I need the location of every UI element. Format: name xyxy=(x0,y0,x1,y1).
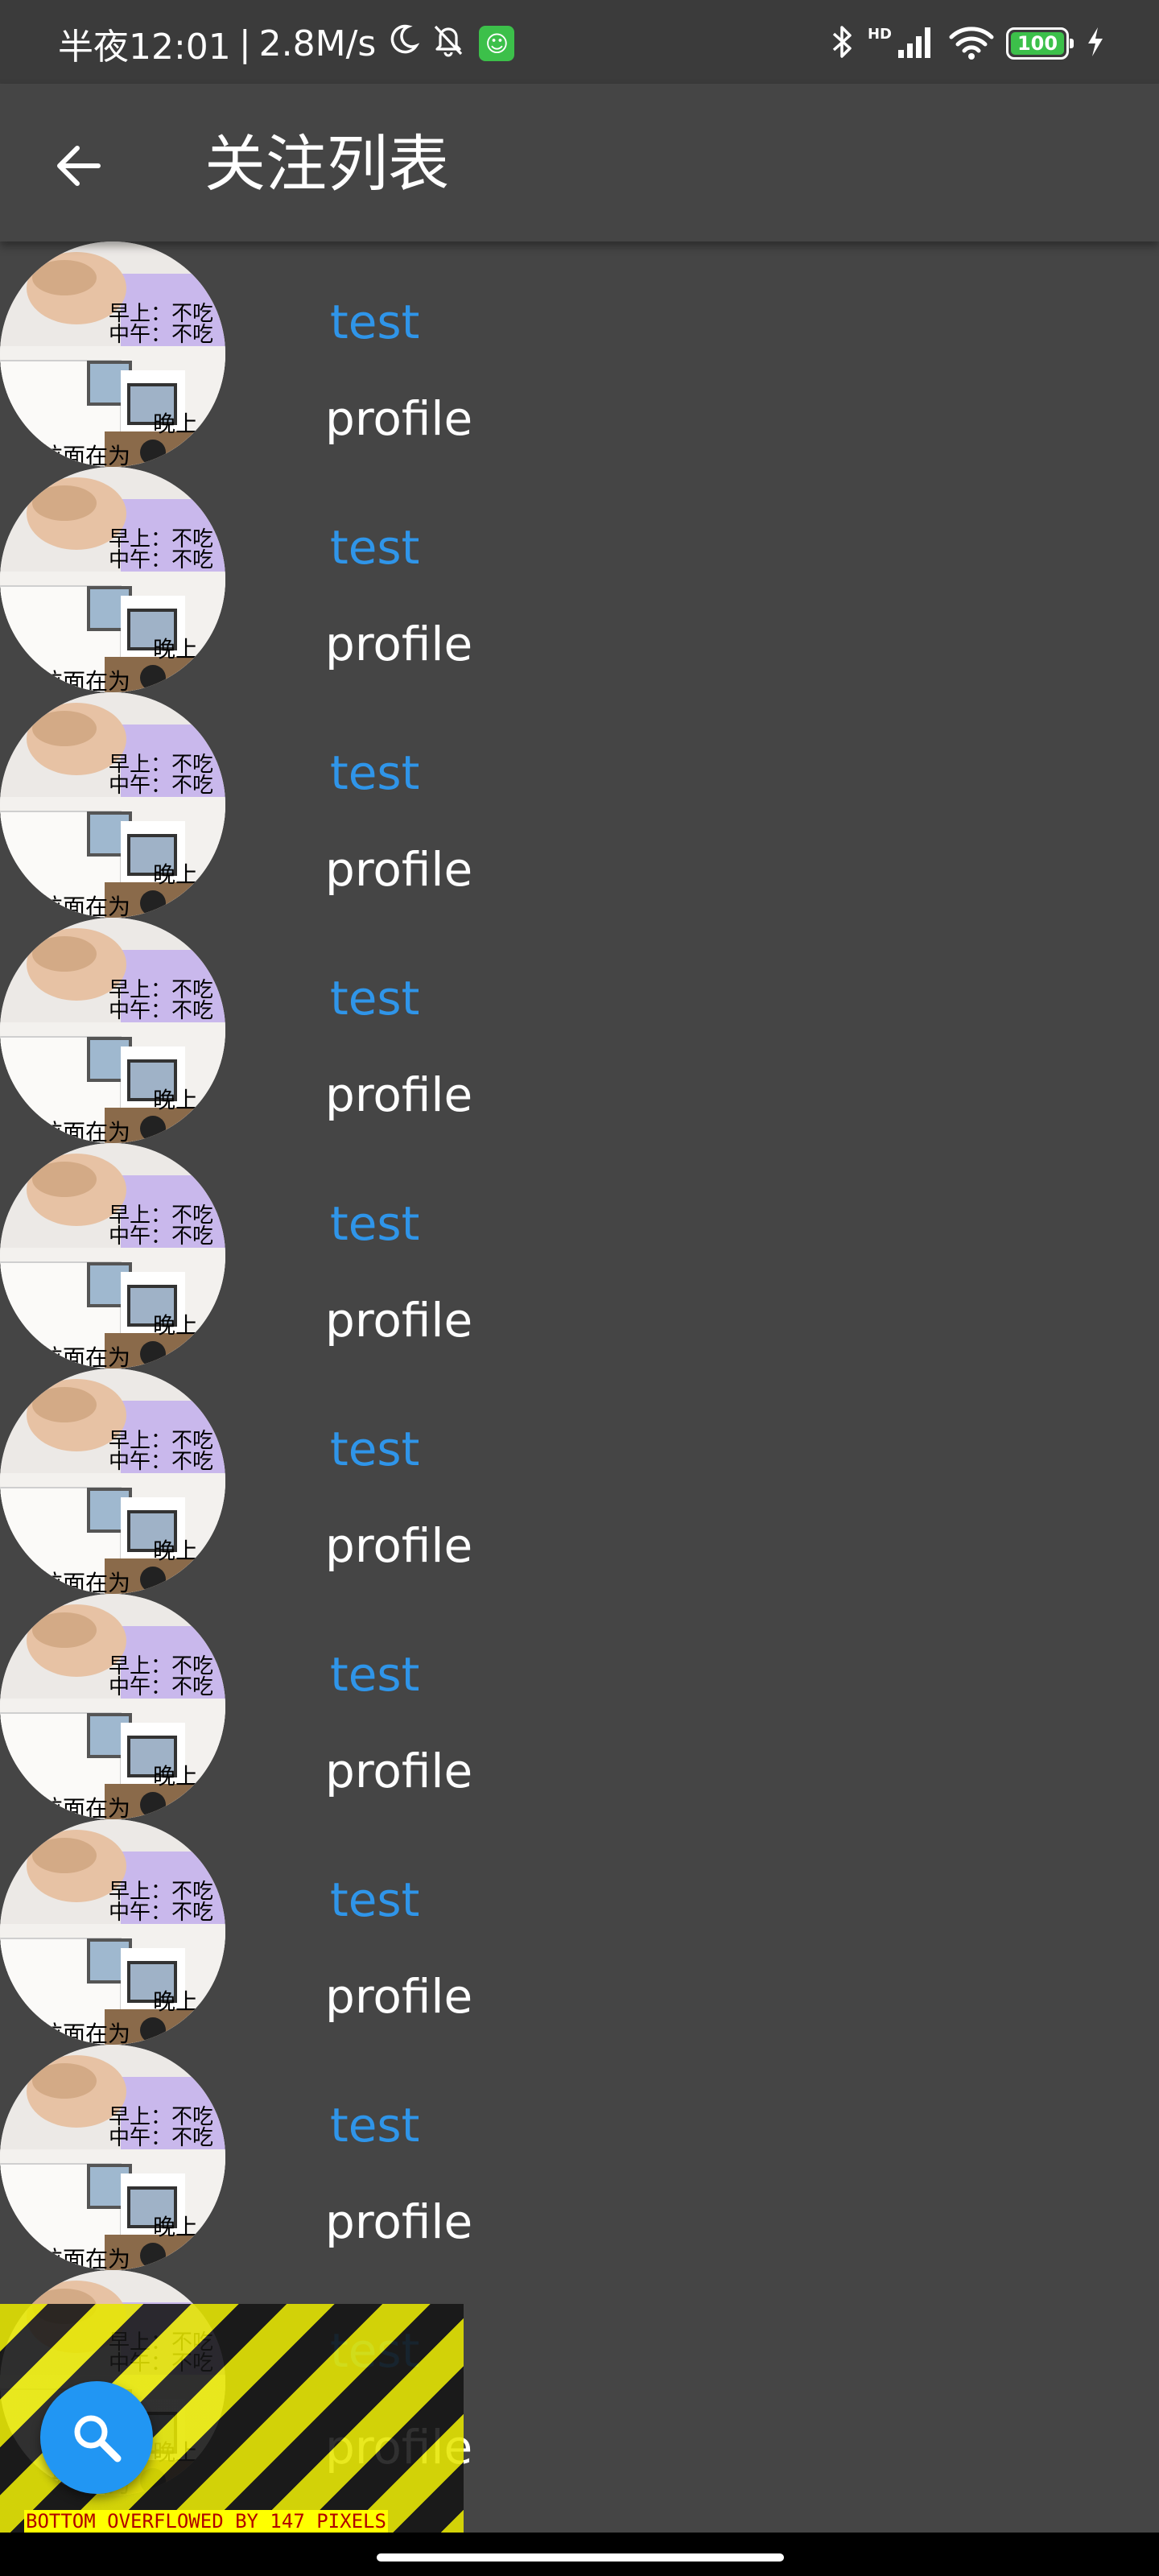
search-fab-button[interactable] xyxy=(40,2381,153,2494)
svg-text:晚上: 晚上 xyxy=(153,1538,198,1564)
status-separator: | xyxy=(238,23,251,64)
item-profile: profile xyxy=(325,1969,473,2024)
item-name[interactable]: test xyxy=(330,969,419,1027)
home-indicator[interactable] xyxy=(377,2553,784,2562)
svg-text:中午：不吃: 中午：不吃 xyxy=(109,999,213,1023)
item-name[interactable]: test xyxy=(330,1871,419,1929)
item-profile: profile xyxy=(325,391,473,446)
svg-text:中午：不吃: 中午：不吃 xyxy=(109,1224,213,1249)
battery-icon: 100 xyxy=(1006,27,1074,60)
avatar[interactable]: 早上：不吃 中午：不吃 晚上 拉面在为 xyxy=(0,918,225,1143)
list-item[interactable]: 早上：不吃 中午：不吃 晚上 拉面在为 test profile xyxy=(0,1819,1159,2045)
avatar[interactable]: 早上：不吃 中午：不吃 晚上 拉面在为 xyxy=(0,1368,225,1594)
avatar[interactable]: 早上：不吃 中午：不吃 晚上 拉面在为 xyxy=(0,242,225,467)
avatar[interactable]: 早上：不吃 中午：不吃 晚上 拉面在为 xyxy=(0,2045,225,2270)
hd-label: HD xyxy=(867,25,892,43)
item-name[interactable]: test xyxy=(330,744,419,802)
svg-text:晚上: 晚上 xyxy=(153,2214,198,2240)
item-name[interactable]: test xyxy=(330,1645,419,1703)
svg-text:中午：不吃: 中午：不吃 xyxy=(109,1901,213,1925)
item-profile: profile xyxy=(325,1518,473,1573)
item-profile: profile xyxy=(325,842,473,897)
charging-icon xyxy=(1085,26,1106,61)
back-button[interactable] xyxy=(37,124,121,208)
svg-text:拉面在为: 拉面在为 xyxy=(40,1795,130,1819)
item-name[interactable]: test xyxy=(330,1420,419,1478)
list-item[interactable]: 早上：不吃 中午：不吃 晚上 拉面在为 test profile xyxy=(0,1143,1159,1368)
status-right: HD 100 xyxy=(818,24,1106,63)
svg-text:晚上: 晚上 xyxy=(153,636,198,663)
item-name[interactable]: test xyxy=(330,518,419,576)
hd-signal-icon xyxy=(897,24,937,63)
avatar[interactable]: 早上：不吃 中午：不吃 晚上 拉面在为 xyxy=(0,1819,225,2045)
item-profile: profile xyxy=(325,1067,473,1122)
item-profile: profile xyxy=(325,1744,473,1798)
wifi-icon xyxy=(948,24,995,63)
svg-text:中午：不吃: 中午：不吃 xyxy=(109,323,213,347)
network-speed: 2.8M/s xyxy=(258,23,377,64)
app-notification-icon: ☺ xyxy=(479,26,515,61)
list-item[interactable]: 早上：不吃 中午：不吃 晚上 拉面在为 test profile xyxy=(0,918,1159,1143)
item-profile: profile xyxy=(325,2194,473,2249)
list-item[interactable]: 早上：不吃 中午：不吃 晚上 拉面在为 test profile xyxy=(0,1594,1159,1819)
svg-text:拉面在为: 拉面在为 xyxy=(40,2021,130,2045)
svg-text:拉面在为: 拉面在为 xyxy=(40,668,130,692)
moon-icon xyxy=(387,23,420,64)
list-item[interactable]: 早上：不吃 中午：不吃 晚上 拉面在为 test profile xyxy=(0,2045,1159,2270)
search-icon xyxy=(74,2415,122,2462)
status-left: 半夜12:01 | 2.8M/s ☺ xyxy=(58,22,515,68)
list-item[interactable]: 早上：不吃 中午：不吃 晚上 拉面在为 test profile xyxy=(0,692,1159,918)
svg-text:中午：不吃: 中午：不吃 xyxy=(109,774,213,798)
list-item[interactable]: 早上：不吃 中午：不吃 晚上 拉面在为 test profile xyxy=(0,1368,1159,1594)
list-item[interactable]: 早上：不吃 中午：不吃 晚上 拉面在为 test profile xyxy=(0,467,1159,692)
overflow-warning-text: BOTTOM OVERFLOWED BY 147 PIXELS xyxy=(24,2510,388,2533)
svg-text:拉面在为: 拉面在为 xyxy=(40,1570,130,1594)
item-name[interactable]: test xyxy=(330,293,419,351)
item-name[interactable]: test xyxy=(330,2096,419,2154)
svg-text:晚上: 晚上 xyxy=(153,1988,198,2015)
item-name[interactable]: test xyxy=(330,1195,419,1253)
svg-text:中午：不吃: 中午：不吃 xyxy=(109,2126,213,2150)
item-profile: profile xyxy=(325,1293,473,1348)
svg-text:拉面在为: 拉面在为 xyxy=(40,894,130,918)
system-nav-bar xyxy=(0,2533,1159,2576)
avatar[interactable]: 早上：不吃 中午：不吃 晚上 拉面在为 xyxy=(0,1594,225,1819)
svg-text:晚上: 晚上 xyxy=(153,1763,198,1790)
battery-level: 100 xyxy=(1017,32,1058,55)
svg-text:晚上: 晚上 xyxy=(153,1087,198,1113)
status-time: 半夜12:01 xyxy=(58,27,231,68)
svg-text:晚上: 晚上 xyxy=(153,411,198,437)
svg-text:中午：不吃: 中午：不吃 xyxy=(109,1450,213,1474)
follow-list: 早上：不吃 中午：不吃 晚上 拉面在为 test profile 早上：不吃 中午… xyxy=(0,242,1159,2496)
svg-text:拉面在为: 拉面在为 xyxy=(40,2246,130,2270)
svg-text:晚上: 晚上 xyxy=(153,861,198,888)
svg-text:拉面在为: 拉面在为 xyxy=(40,443,130,467)
page-title: 关注列表 xyxy=(204,128,449,200)
arrow-back-icon xyxy=(57,146,101,186)
svg-text:拉面在为: 拉面在为 xyxy=(40,1119,130,1143)
bell-off-icon xyxy=(431,22,466,66)
avatar[interactable]: 早上：不吃 中午：不吃 晚上 拉面在为 xyxy=(0,467,225,692)
item-profile: profile xyxy=(325,617,473,671)
bluetooth-icon xyxy=(829,23,856,64)
status-bar: 半夜12:01 | 2.8M/s ☺ HD 100 xyxy=(0,0,1159,84)
svg-text:中午：不吃: 中午：不吃 xyxy=(109,1675,213,1699)
list-item[interactable]: 早上：不吃 中午：不吃 晚上 拉面在为 test profile xyxy=(0,242,1159,467)
svg-text:晚上: 晚上 xyxy=(153,1312,198,1339)
avatar[interactable]: 早上：不吃 中午：不吃 晚上 拉面在为 xyxy=(0,1143,225,1368)
svg-text:中午：不吃: 中午：不吃 xyxy=(109,548,213,572)
svg-text:拉面在为: 拉面在为 xyxy=(40,1344,130,1368)
avatar[interactable]: 早上：不吃 中午：不吃 晚上 拉面在为 xyxy=(0,692,225,918)
app-bar: 关注列表 xyxy=(0,84,1159,242)
